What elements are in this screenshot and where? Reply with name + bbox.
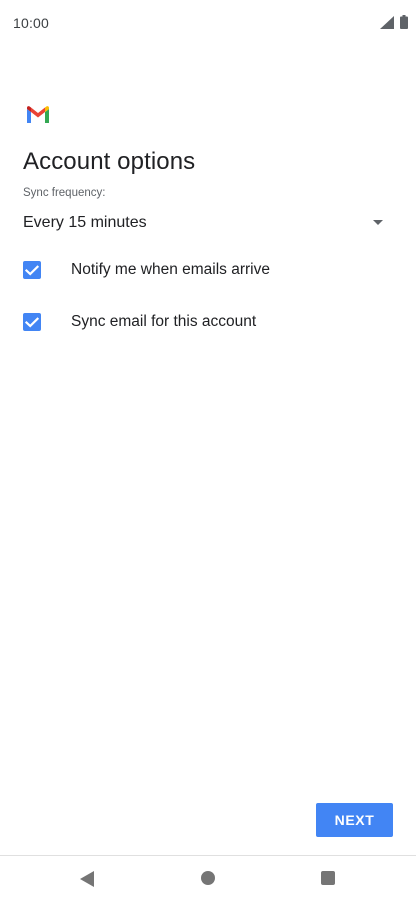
sync-label: Sync email for this account: [71, 313, 257, 330]
sync-checkbox[interactable]: [23, 313, 41, 331]
battery-icon: [400, 15, 408, 29]
status-icons: [380, 14, 408, 30]
dropdown-arrow-icon: [373, 220, 383, 225]
recents-icon[interactable]: [321, 871, 335, 885]
screen: 10:00 Account options Sync frequency: Ev…: [0, 0, 416, 901]
notify-option[interactable]: Notify me when emails arrive: [23, 252, 393, 288]
page-title: Account options: [23, 148, 196, 175]
sync-frequency-value: Every 15 minutes: [23, 214, 147, 231]
sync-frequency-dropdown[interactable]: Every 15 minutes: [23, 208, 393, 238]
check-icon: [25, 264, 39, 276]
check-icon: [25, 316, 39, 328]
home-icon[interactable]: [201, 871, 215, 885]
navigation-bar: [0, 856, 416, 901]
status-time: 10:00: [13, 15, 50, 31]
notify-checkbox[interactable]: [23, 261, 41, 279]
notify-label: Notify me when emails arrive: [71, 261, 270, 278]
signal-icon: [380, 15, 394, 29]
next-button[interactable]: NEXT: [316, 803, 393, 837]
back-icon[interactable]: [80, 871, 94, 887]
sync-frequency-label: Sync frequency:: [23, 187, 106, 199]
sync-option[interactable]: Sync email for this account: [23, 304, 393, 340]
status-bar: 10:00: [0, 0, 416, 46]
gmail-logo: [27, 106, 49, 124]
